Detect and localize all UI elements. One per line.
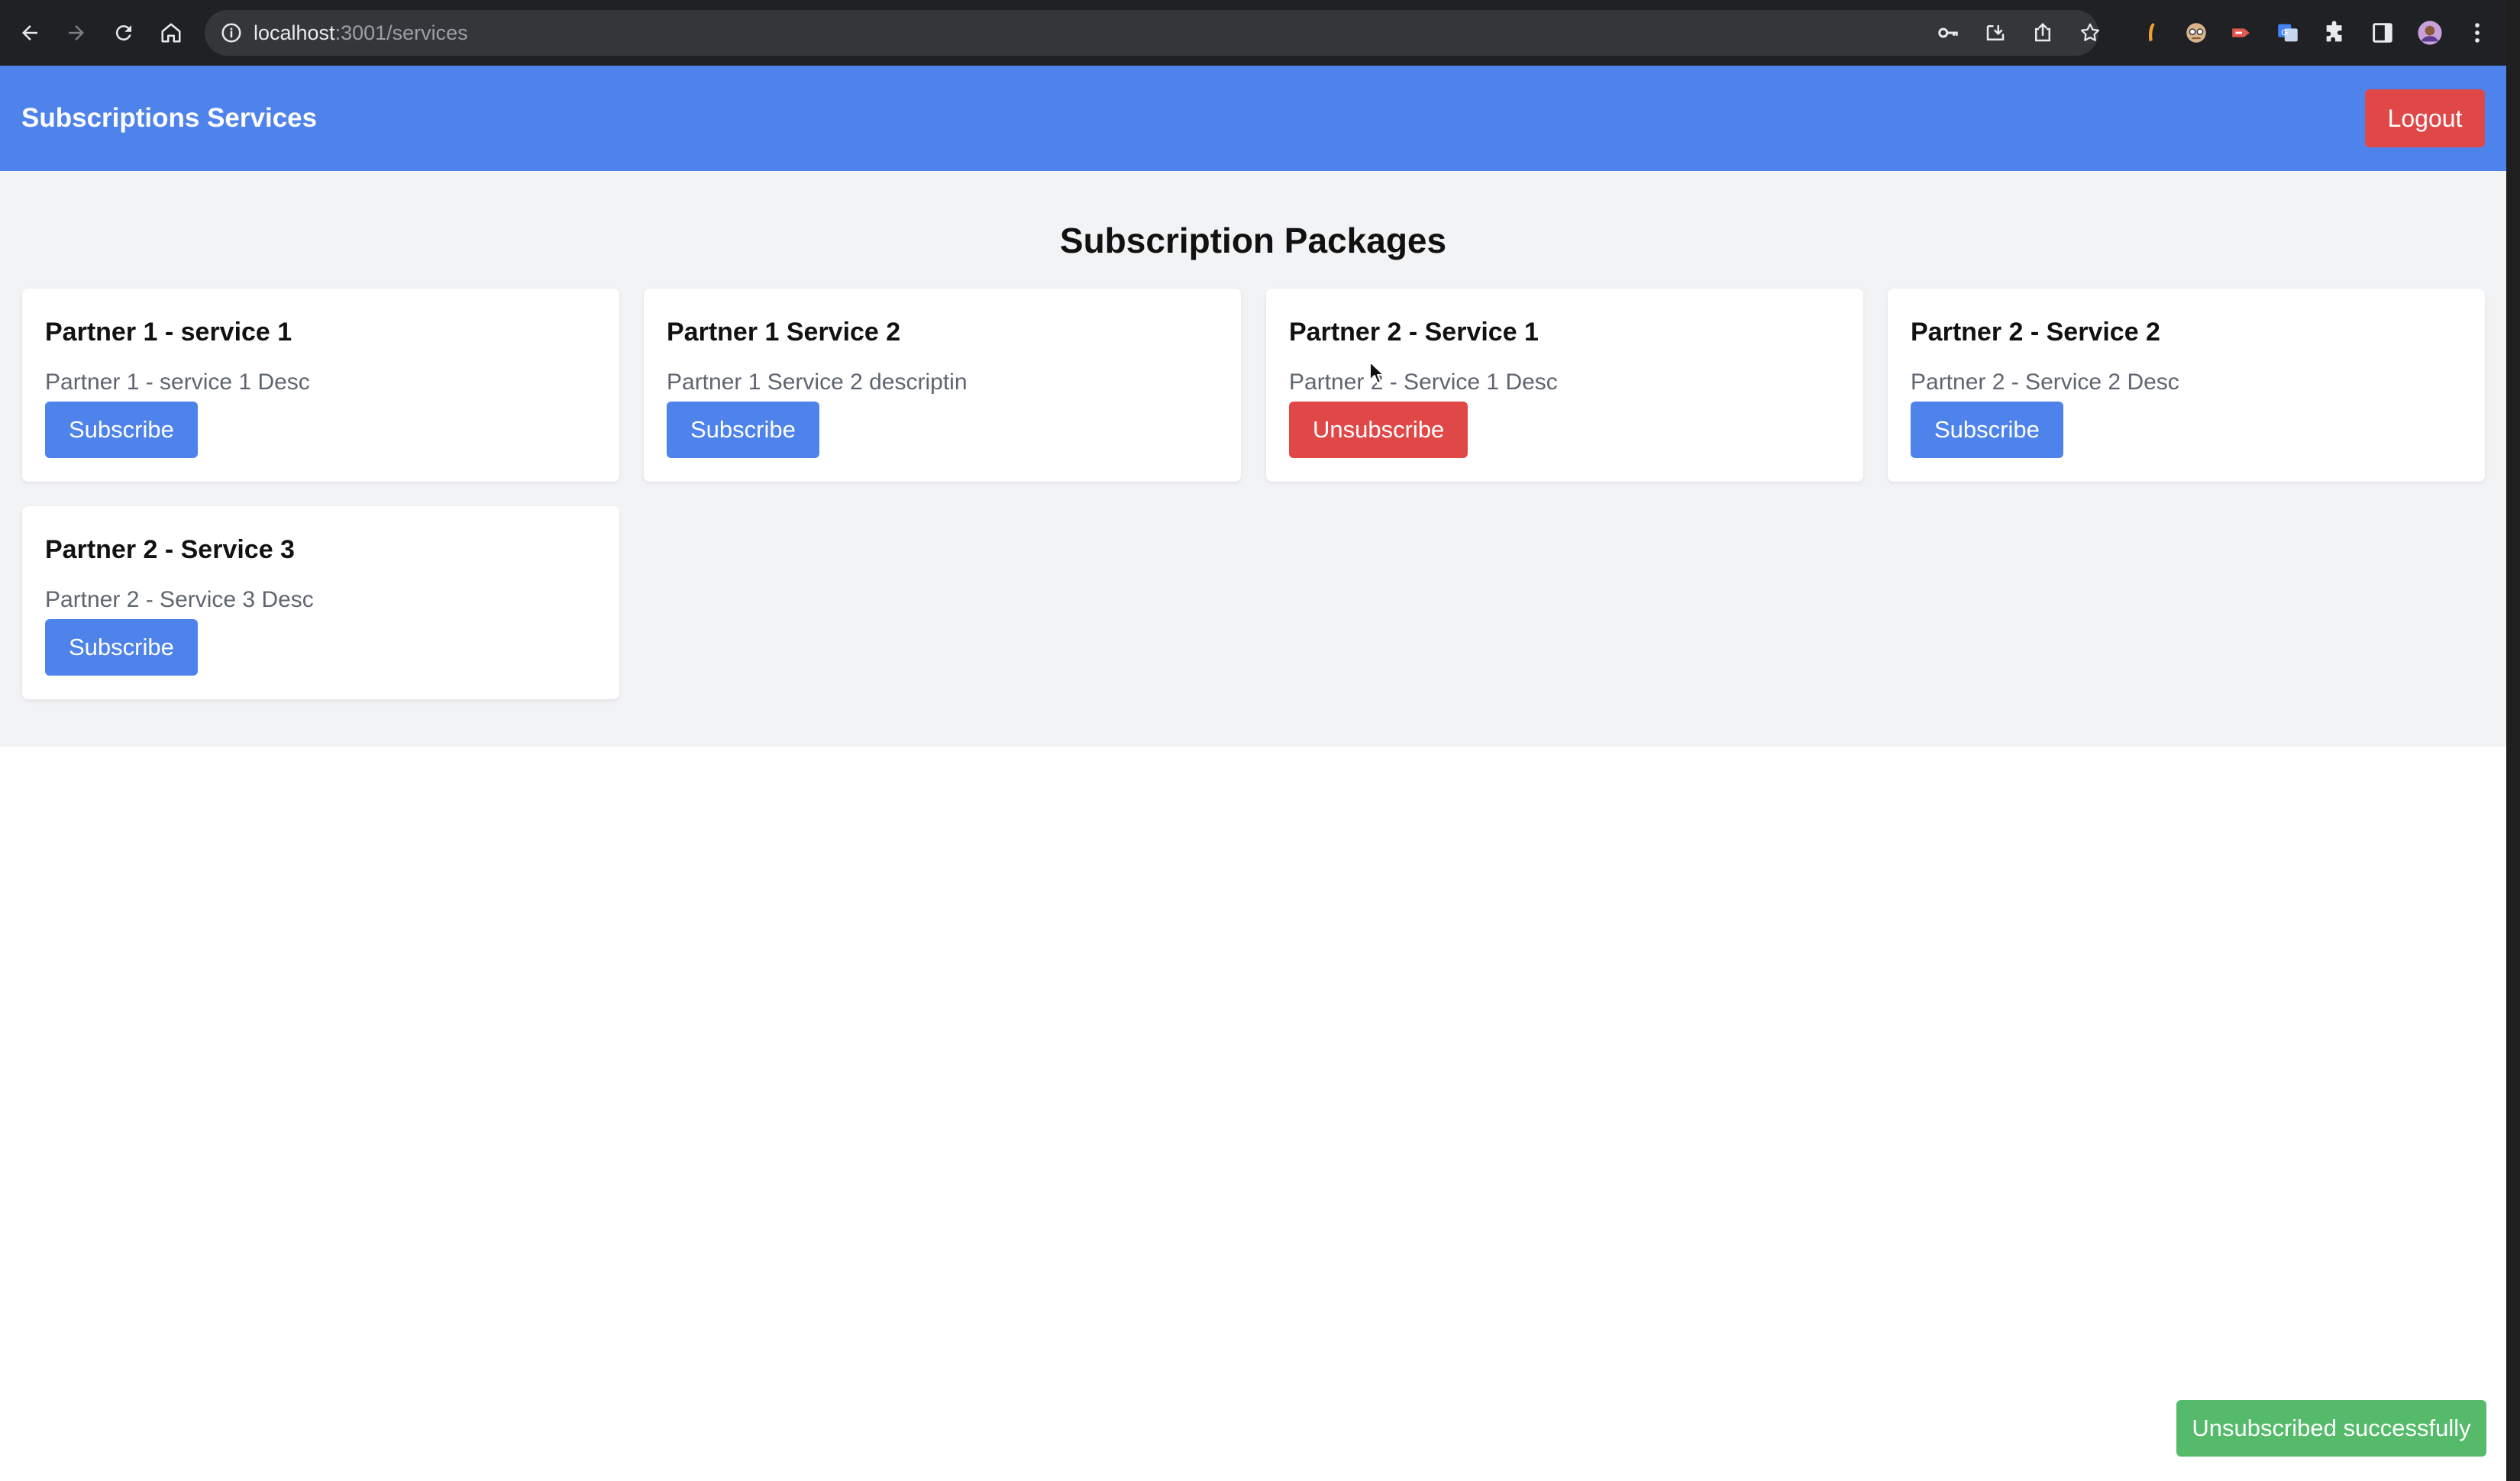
service-card: Partner 1 Service 2 Partner 1 Service 2 … bbox=[644, 289, 1241, 482]
service-title: Partner 2 - Service 1 bbox=[1289, 318, 1539, 347]
side-panel-icon[interactable] bbox=[2367, 18, 2398, 48]
forward-icon[interactable] bbox=[61, 18, 92, 48]
mouse-cursor-icon bbox=[1369, 361, 1384, 384]
subscribe-button[interactable]: Subscribe bbox=[1911, 402, 2063, 458]
bookmark-star-icon[interactable] bbox=[2077, 20, 2103, 46]
svg-text:G: G bbox=[2281, 28, 2288, 37]
success-toast[interactable]: Unsubscribed successfully bbox=[2176, 1400, 2486, 1457]
url-host: localhost bbox=[254, 21, 335, 44]
service-description: Partner 1 - service 1 Desc bbox=[45, 369, 310, 395]
logout-button[interactable]: Logout bbox=[2365, 89, 2485, 147]
service-card: Partner 2 - Service 1 Partner 2 - Servic… bbox=[1266, 289, 1863, 482]
service-title: Partner 1 - service 1 bbox=[45, 318, 292, 347]
main-content: Subscription Packages Partner 1 - servic… bbox=[0, 171, 2506, 747]
subscribe-button[interactable]: Subscribe bbox=[45, 619, 198, 676]
service-card: Partner 1 - service 1 Partner 1 - servic… bbox=[22, 289, 619, 482]
service-description: Partner 1 Service 2 descriptin bbox=[667, 369, 968, 395]
service-description: Partner 2 - Service 2 Desc bbox=[1911, 369, 2179, 395]
subscribe-button[interactable]: Subscribe bbox=[45, 402, 198, 458]
puzzle-icon[interactable] bbox=[2320, 18, 2350, 48]
reload-icon[interactable] bbox=[108, 18, 139, 48]
page-title: Subscription Packages bbox=[1059, 221, 1447, 260]
address-bar[interactable]: localhost:3001/services bbox=[205, 10, 2100, 56]
install-icon[interactable] bbox=[1982, 20, 2008, 46]
share-icon[interactable] bbox=[2030, 20, 2056, 46]
more-menu-icon[interactable] bbox=[2462, 18, 2493, 48]
key-icon[interactable] bbox=[1935, 20, 1961, 46]
url-path: :3001/services bbox=[334, 21, 468, 44]
extension-2-icon[interactable] bbox=[2181, 18, 2211, 48]
service-card: Partner 2 - Service 2 Partner 2 - Servic… bbox=[1888, 289, 2485, 482]
extension-3-icon[interactable] bbox=[2227, 18, 2257, 48]
service-description: Partner 2 - Service 3 Desc bbox=[45, 587, 314, 612]
back-icon[interactable] bbox=[15, 18, 45, 48]
profile-avatar[interactable] bbox=[2415, 18, 2445, 48]
home-icon[interactable] bbox=[156, 18, 186, 48]
window-edge bbox=[2506, 0, 2520, 1481]
subscribe-button[interactable]: Subscribe bbox=[667, 402, 819, 458]
url-text: localhost:3001/services bbox=[254, 10, 468, 56]
service-title: Partner 1 Service 2 bbox=[667, 318, 901, 347]
service-card: Partner 2 - Service 3 Partner 2 - Servic… bbox=[22, 506, 619, 699]
translate-icon[interactable]: G bbox=[2273, 18, 2303, 48]
app-header: Subscriptions Services Logout bbox=[0, 66, 2506, 171]
service-description: Partner 2 - Service 1 Desc bbox=[1289, 369, 1558, 395]
app-title: Subscriptions Services bbox=[21, 103, 318, 133]
service-title: Partner 2 - Service 2 bbox=[1911, 318, 2160, 347]
unsubscribe-button[interactable]: Unsubscribe bbox=[1289, 402, 1468, 458]
service-title: Partner 2 - Service 3 bbox=[45, 535, 295, 564]
extension-1-icon[interactable] bbox=[2135, 18, 2166, 48]
site-info-icon[interactable] bbox=[220, 21, 243, 44]
browser-toolbar: localhost:3001/services G bbox=[0, 0, 2506, 66]
